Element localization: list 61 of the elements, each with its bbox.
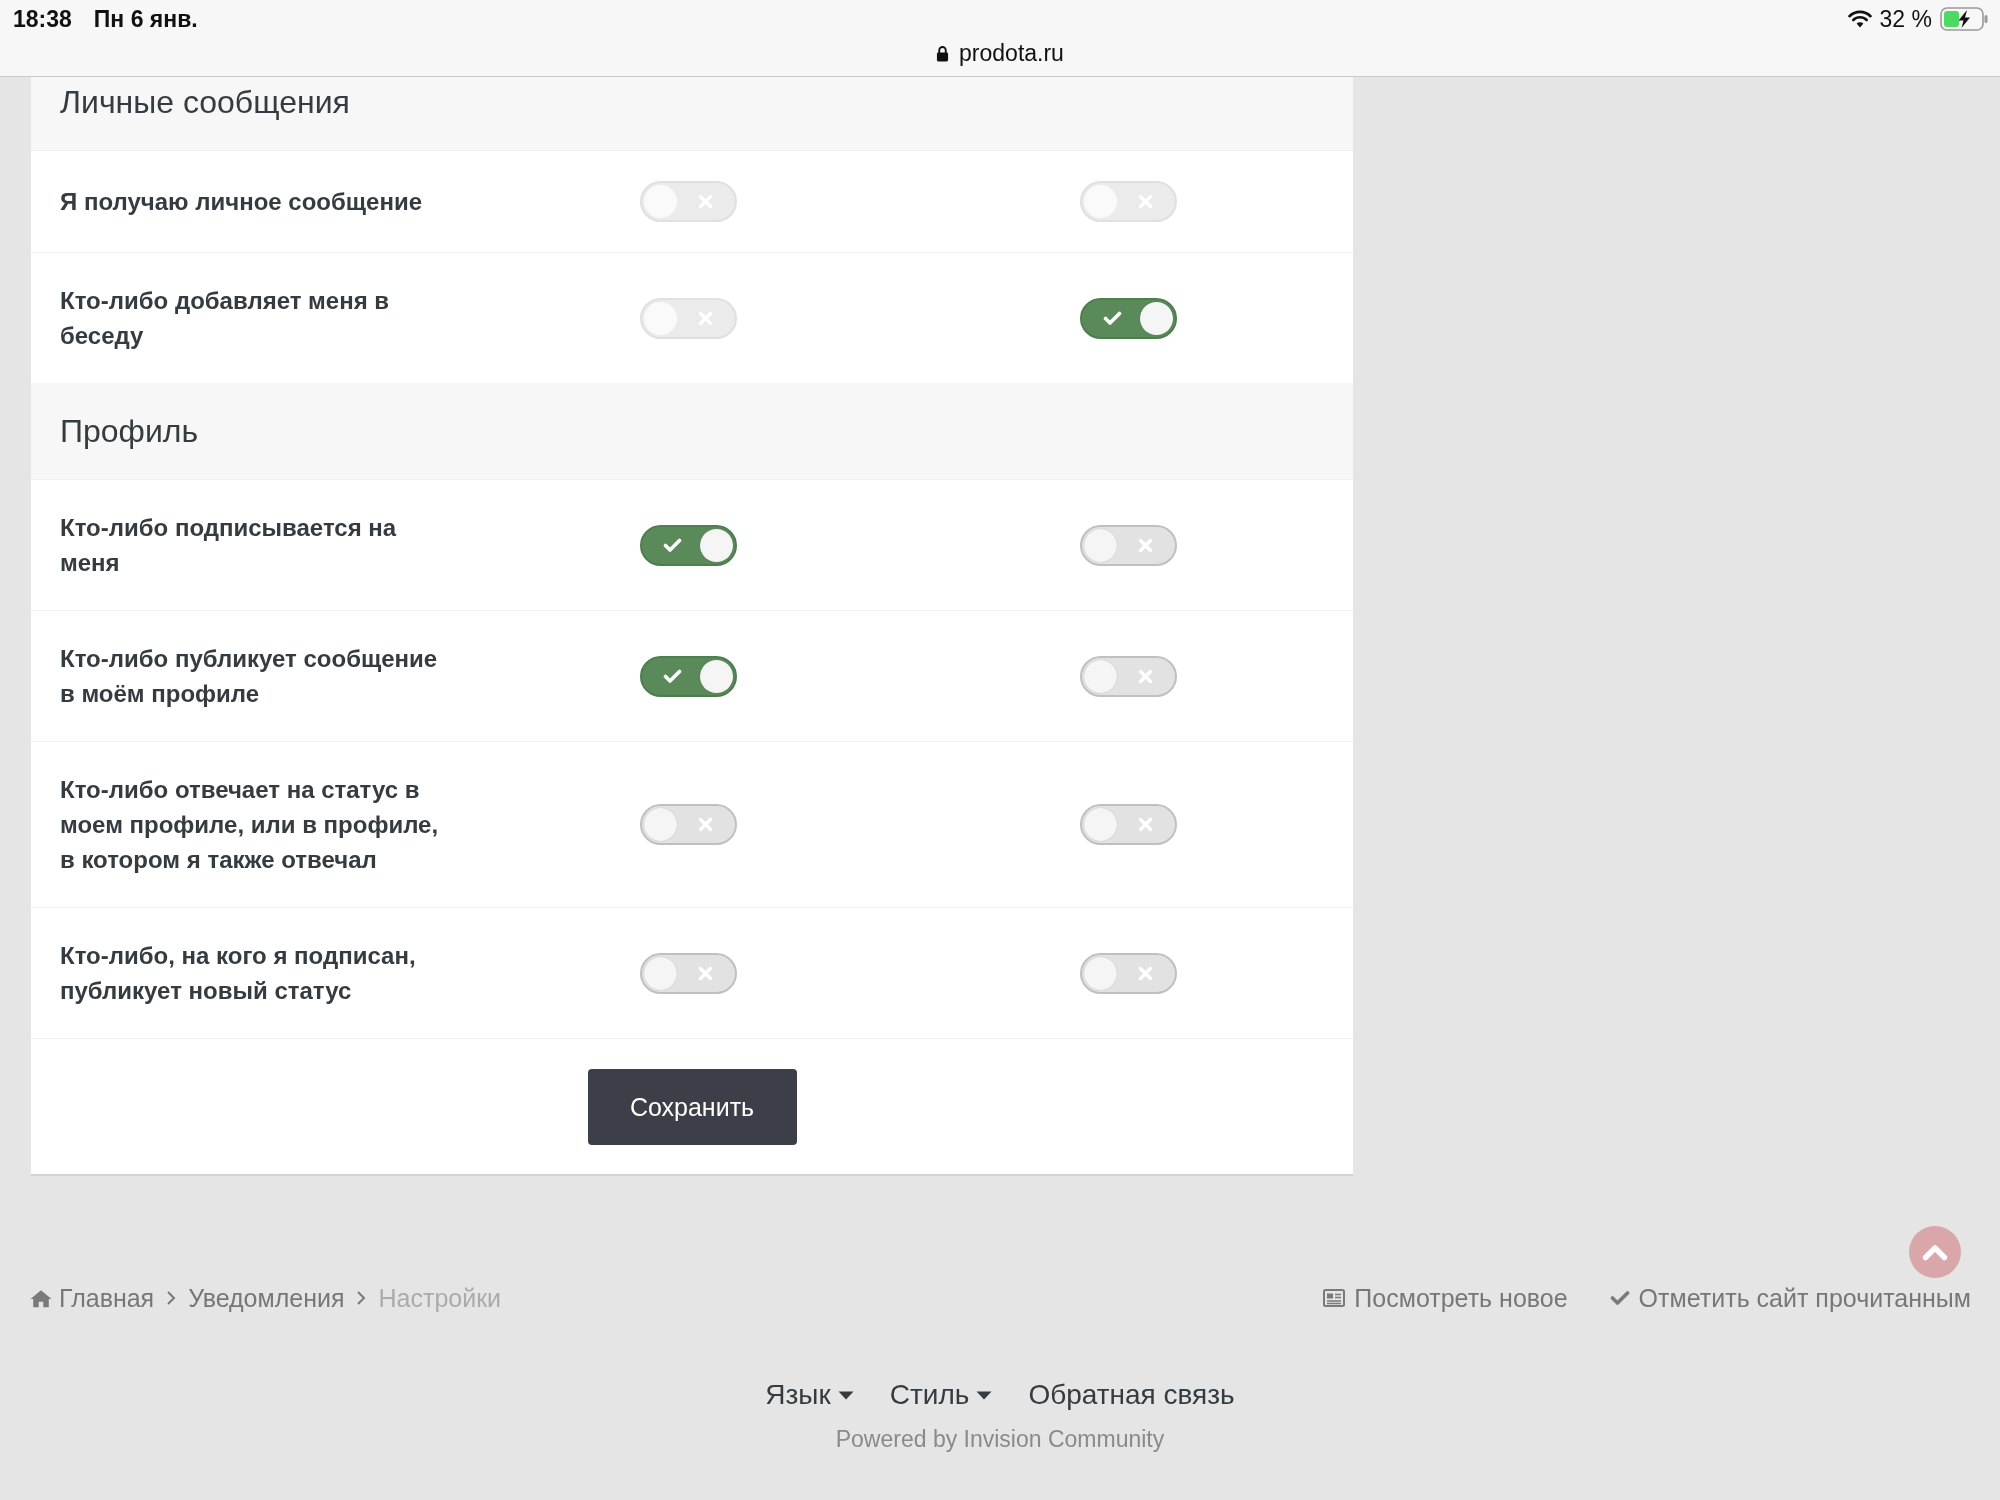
chevron-right-icon (166, 1290, 177, 1306)
footer-link[interactable]: Стиль (889, 1379, 993, 1411)
check-icon (1102, 310, 1122, 326)
setting-label: Кто-либо отвечает на статус в моем профиле, или в профиле, в котором я также отвечал (60, 775, 440, 875)
check-icon (1609, 1290, 1630, 1306)
caret-down-icon (837, 1390, 854, 1400)
chevron-up-icon (1922, 1243, 1948, 1261)
toggle-switch[interactable] (640, 804, 737, 845)
toggle-switch[interactable] (1080, 804, 1177, 845)
toggle-knob (644, 301, 677, 335)
setting-label: Кто-либо добавляет меня в беседу (60, 286, 391, 351)
toggle-switch[interactable] (1080, 952, 1177, 994)
activity-link[interactable]: Отметить сайт прочитанным (1609, 1285, 1971, 1311)
setting-label: Я получаю личное сообщение (60, 187, 423, 217)
breadcrumb-link[interactable]: Уведомления (188, 1285, 345, 1311)
battery-icon (1940, 7, 1988, 31)
toggle-switch[interactable] (640, 524, 737, 566)
battery-percent: 32 % (1879, 5, 1932, 33)
toggle-knob (1084, 659, 1117, 693)
toggle-knob (1084, 808, 1117, 841)
home-icon (30, 1288, 52, 1308)
toggle-knob (1084, 528, 1117, 562)
toggle-knob (1084, 956, 1117, 990)
toggle-knob (644, 185, 677, 218)
footer-link[interactable]: Обратная связь (1028, 1379, 1235, 1411)
x-icon (1137, 817, 1153, 832)
toggle-knob (700, 528, 733, 562)
scroll-top-button[interactable] (1909, 1226, 1961, 1278)
lock-icon (936, 44, 950, 62)
toggle-knob (644, 956, 677, 990)
x-icon (697, 965, 713, 981)
toggle-switch[interactable] (1080, 297, 1177, 339)
clock-time: 18:38 (13, 5, 72, 33)
toggle-switch[interactable] (1080, 524, 1177, 566)
activity-link[interactable]: Посмотреть новое (1323, 1285, 1568, 1311)
wifi-icon (1847, 10, 1872, 28)
setting-label: Кто-либо, на кого я подписан, публикует новый статус (60, 941, 417, 1006)
section-heading: Профиль (31, 383, 1353, 479)
setting-label: Кто-либо публикует сообщение в моём профиле (60, 644, 439, 709)
toggle-knob (1084, 185, 1117, 218)
toggle-switch[interactable] (640, 952, 737, 994)
x-icon (1137, 668, 1153, 684)
toggle-switch[interactable] (640, 655, 737, 697)
toggle-knob (1140, 301, 1173, 335)
toggle-knob (700, 659, 733, 693)
x-icon (1137, 965, 1153, 981)
save-button[interactable]: Сохранить (587, 1069, 797, 1145)
toggle-switch[interactable] (1080, 655, 1177, 697)
breadcrumb-link[interactable]: Главная (30, 1285, 155, 1311)
x-icon (1137, 537, 1153, 553)
footer-link[interactable]: Язык (765, 1379, 854, 1411)
toggle-knob (644, 808, 677, 841)
check-icon (662, 668, 682, 684)
date-text: Пн 6 янв. (93, 5, 198, 33)
setting-label: Кто-либо подписывается на меня (60, 513, 398, 578)
newspaper-icon (1323, 1289, 1346, 1307)
x-icon (697, 817, 713, 832)
check-icon (662, 537, 682, 553)
powered-by-text: Powered by Invision Community (835, 1425, 1165, 1453)
caret-down-icon (976, 1390, 993, 1400)
chevron-right-icon (356, 1290, 367, 1306)
